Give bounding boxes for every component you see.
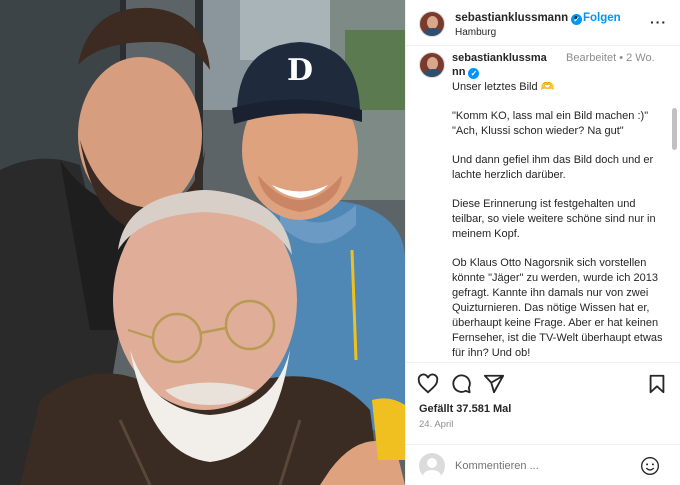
likes-count[interactable]: Gefällt 37.581 Mal [419, 403, 511, 415]
post-side-panel: sebastianklussmann ✓ • Folgen Hamburg ···… [405, 0, 680, 485]
verified-badge-icon: ✓ [468, 68, 480, 79]
post-header: sebastianklussmann ✓ • Folgen Hamburg ··· [406, 0, 680, 46]
viewer-avatar [419, 453, 445, 479]
caption-username-text[interactable]: sebastianklussmann [452, 52, 547, 78]
caption-text: Unser letztes Bild 🫶 "Komm KO, lass mal … [452, 80, 664, 362]
follow-button[interactable]: Folgen [583, 12, 621, 24]
caption-paragraph: Unser letztes Bild 🫶 [452, 81, 555, 93]
edited-label: Bearbeitet [566, 52, 617, 64]
author-avatar[interactable] [419, 11, 445, 37]
caption-area: sebastianklussmann ✓ Bearbeitet • 2 Wo. U… [406, 46, 680, 362]
caption-username[interactable]: sebastianklussmann ✓ [452, 51, 552, 79]
action-bar: Gefällt 37.581 Mal 24. April [406, 362, 680, 444]
caption-paragraph: "Komm KO, lass mal ein Bild machen :)" "… [452, 110, 649, 137]
caption-time[interactable]: • 2 Wo. [619, 52, 654, 64]
caption-paragraph: Diese Erinnerung ist festgehalten und te… [452, 198, 656, 240]
author-username-text[interactable]: sebastianklussmann [455, 12, 568, 24]
caption-paragraph: Ob Klaus Otto Nagorsnik sich vorstellen … [452, 257, 663, 359]
bookmark-icon[interactable] [646, 373, 668, 395]
location-link[interactable]: Hamburg [455, 27, 496, 38]
comment-icon[interactable] [450, 373, 472, 395]
comment-box [406, 444, 680, 485]
comment-input[interactable] [455, 457, 635, 475]
caption-paragraph: Und dann gefiel ihm das Bild doch und er… [452, 154, 654, 181]
caption-meta: Bearbeitet • 2 Wo. [566, 51, 666, 65]
post-photo[interactable]: D [0, 0, 405, 485]
post-date[interactable]: 24. April [419, 419, 453, 430]
more-options-icon[interactable]: ··· [650, 14, 667, 30]
scrollbar-thumb[interactable] [672, 108, 677, 150]
caption-scrollbar[interactable] [671, 108, 678, 362]
share-icon[interactable] [483, 373, 505, 395]
heart-icon[interactable] [417, 373, 439, 395]
svg-text:D: D [287, 53, 313, 88]
author-username[interactable]: sebastianklussmann ✓ [455, 12, 583, 25]
emoji-icon[interactable] [640, 456, 660, 476]
caption-avatar[interactable] [419, 52, 445, 78]
selfie-photo: D [0, 0, 405, 485]
header-separator: • [574, 12, 578, 24]
